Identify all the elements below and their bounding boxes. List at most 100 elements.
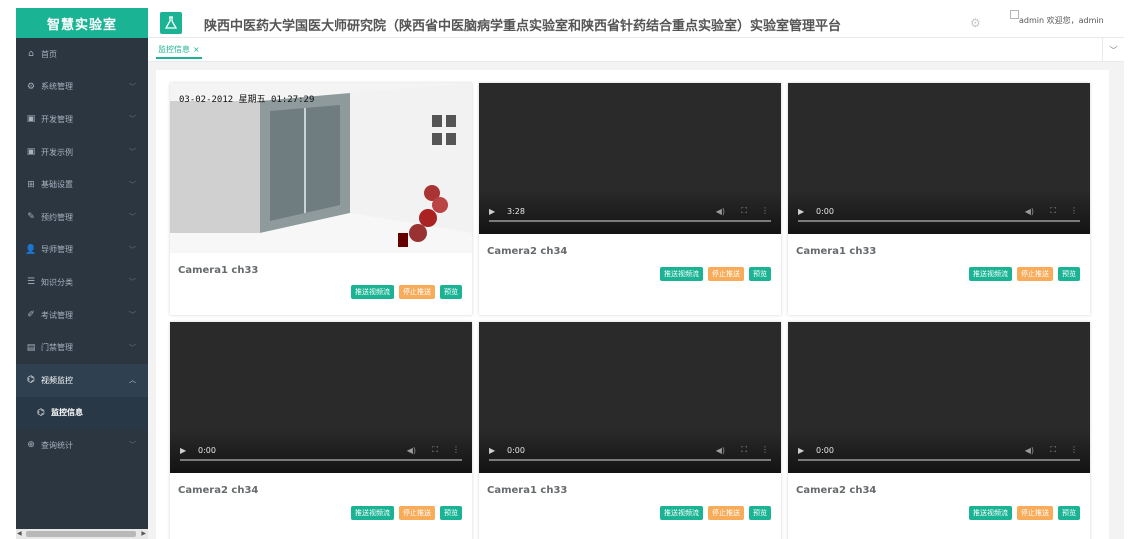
video-player[interactable]: 03-02-2012 星期五 01:27:29 <box>170 83 472 253</box>
sidebar-item-11[interactable]: ⌬ 监控信息 <box>16 397 148 430</box>
sidebar-item-10[interactable]: ⌬ 视频监控 ︿ <box>16 363 148 397</box>
scrollbar-thumb[interactable] <box>26 531 136 537</box>
stop-stream-button[interactable]: 停止推送 <box>708 506 744 520</box>
sidebar-item-9[interactable]: ▤ 门禁管理 ﹀ <box>16 331 148 364</box>
avatar-alt-text: admin <box>1019 16 1045 25</box>
video-player[interactable]: ▶ 0:00 ◀) ⛶ ⋮ <box>788 322 1090 473</box>
video-time: 0:00 <box>507 446 525 455</box>
volume-icon[interactable]: ◀) <box>1025 446 1034 455</box>
sidebar-item-0[interactable]: ⌂ 首页 <box>16 38 148 71</box>
fullscreen-icon[interactable]: ⛶ <box>432 445 438 455</box>
preview-button[interactable]: 预览 <box>1058 506 1080 520</box>
fullscreen-icon[interactable]: ⛶ <box>741 206 747 216</box>
more-options-icon[interactable]: ⋮ <box>1070 445 1078 454</box>
sidebar-item-label: 系统管理 <box>41 82 73 92</box>
fullscreen-icon[interactable]: ⛶ <box>741 445 747 455</box>
push-stream-button[interactable]: 推送视频流 <box>969 267 1012 281</box>
sidebar: 智慧实验室 ⌂ 首页 ⚙ 系统管理 ﹀ ▣ 开发管理 ﹀ ▣ 开发示例 ﹀ ⊞ 基础设置 ﹀ ✎ 预约管理 ﹀ 👤… <box>16 8 148 539</box>
video-player[interactable]: ▶ 0:00 ◀) ⛶ ⋮ <box>788 83 1090 234</box>
video-progress-bar[interactable] <box>798 459 1080 461</box>
more-options-icon[interactable]: ⋮ <box>761 206 769 215</box>
sidebar-item-4[interactable]: ⊞ 基础设置 ﹀ <box>16 168 148 201</box>
user-area[interactable]: admin 欢迎您，admin <box>1010 10 1104 26</box>
sidebar-scrollbar[interactable]: ◀ ▶ <box>16 529 148 539</box>
fullscreen-icon[interactable]: ⛶ <box>1050 445 1056 455</box>
camera-card: ▶ 3:28 ◀) ⛶ ⋮ Camera2 ch34 推送视频流 停止推送 预览 <box>479 83 781 315</box>
push-stream-button[interactable]: 推送视频流 <box>969 506 1012 520</box>
more-options-icon[interactable]: ⋮ <box>761 445 769 454</box>
tabs-dropdown-chevron-icon[interactable]: ﹀ <box>1102 38 1124 62</box>
video-controls: ▶ 0:00 ◀) ⛶ ⋮ <box>788 190 1090 234</box>
chevron-up-icon: ︿ <box>129 376 136 385</box>
push-stream-button[interactable]: 推送视频流 <box>351 506 394 520</box>
volume-icon[interactable]: ◀) <box>407 446 416 455</box>
play-icon[interactable]: ▶ <box>798 207 804 216</box>
sidebar-item-label: 监控信息 <box>51 408 83 418</box>
play-icon[interactable]: ▶ <box>180 446 186 455</box>
volume-icon[interactable]: ◀) <box>716 446 725 455</box>
chevron-down-icon: ﹀ <box>129 343 136 352</box>
camera-card: ▶ 0:00 ◀) ⛶ ⋮ Camera1 ch33 推送视频流 停止推送 预览 <box>479 322 781 539</box>
video-progress-bar[interactable] <box>489 459 771 461</box>
play-icon[interactable]: ▶ <box>798 446 804 455</box>
volume-icon[interactable]: ◀) <box>1025 207 1034 216</box>
video-time: 3:28 <box>507 207 525 216</box>
preview-button[interactable]: 预览 <box>440 285 462 299</box>
tab-monitor-info[interactable]: 监控信息 × <box>156 42 202 59</box>
tab-close-icon[interactable]: × <box>193 45 200 54</box>
settings-gear-icon[interactable]: ⚙ <box>970 16 981 30</box>
volume-icon[interactable]: ◀) <box>716 207 725 216</box>
video-time: 0:00 <box>198 446 216 455</box>
preview-button[interactable]: 预览 <box>1058 267 1080 281</box>
sidebar-item-7[interactable]: ☰ 知识分类 ﹀ <box>16 266 148 299</box>
push-stream-button[interactable]: 推送视频流 <box>660 267 703 281</box>
video-progress-bar[interactable] <box>180 459 462 461</box>
camera-card: ▶ 0:00 ◀) ⛶ ⋮ Camera2 ch34 推送视频流 停止推送 预览 <box>170 322 472 539</box>
sidebar-item-5[interactable]: ✎ 预约管理 ﹀ <box>16 201 148 234</box>
video-time: 0:00 <box>816 207 834 216</box>
preview-button[interactable]: 预览 <box>749 267 771 281</box>
video-controls: ▶ 3:28 ◀) ⛶ ⋮ <box>479 190 781 234</box>
stop-stream-button[interactable]: 停止推送 <box>708 267 744 281</box>
chevron-down-icon: ﹀ <box>129 180 136 189</box>
camera-title: Camera2 ch34 <box>178 485 259 496</box>
camera-card: 03-02-2012 星期五 01:27:29 Camera1 ch33 推送视频流… <box>170 83 472 315</box>
stop-stream-button[interactable]: 停止推送 <box>399 285 435 299</box>
more-options-icon[interactable]: ⋮ <box>1070 206 1078 215</box>
fullscreen-icon[interactable]: ⛶ <box>1050 206 1056 216</box>
search-icon: ⊕ <box>27 440 35 451</box>
sidebar-item-12[interactable]: ⊕ 查询统计 ﹀ <box>16 429 148 462</box>
sidebar-item-8[interactable]: ✐ 考试管理 ﹀ <box>16 299 148 332</box>
stop-stream-button[interactable]: 停止推送 <box>1017 267 1053 281</box>
play-icon[interactable]: ▶ <box>489 446 495 455</box>
sidebar-item-label: 预约管理 <box>41 212 73 222</box>
welcome-text: 欢迎您，admin <box>1046 16 1104 25</box>
chevron-down-icon: ﹀ <box>129 213 136 222</box>
stop-stream-button[interactable]: 停止推送 <box>1017 506 1053 520</box>
play-icon[interactable]: ▶ <box>489 207 495 216</box>
more-options-icon[interactable]: ⋮ <box>452 445 460 454</box>
video-progress-bar[interactable] <box>489 220 771 222</box>
sidebar-item-1[interactable]: ⚙ 系统管理 ﹀ <box>16 71 148 104</box>
video-player[interactable]: ▶ 0:00 ◀) ⛶ ⋮ <box>479 322 781 473</box>
sidebar-item-6[interactable]: 👤 导师管理 ﹀ <box>16 234 148 267</box>
sidebar-item-2[interactable]: ▣ 开发管理 ﹀ <box>16 103 148 136</box>
video-progress-bar[interactable] <box>798 220 1080 222</box>
sidebar-item-label: 开发管理 <box>41 114 73 124</box>
video-player[interactable]: ▶ 0:00 ◀) ⛶ ⋮ <box>170 322 472 473</box>
push-stream-button[interactable]: 推送视频流 <box>351 285 394 299</box>
stop-stream-button[interactable]: 停止推送 <box>399 506 435 520</box>
scroll-right-arrow-icon[interactable]: ▶ <box>141 529 146 539</box>
preview-button[interactable]: 预览 <box>440 506 462 520</box>
video-timestamp-overlay: 03-02-2012 星期五 01:27:29 <box>179 95 315 105</box>
sidebar-item-label: 基础设置 <box>41 180 73 190</box>
sidebar-item-label: 开发示例 <box>41 147 73 157</box>
brand-title[interactable]: 智慧实验室 <box>16 8 148 38</box>
sidebar-item-label: 导师管理 <box>41 245 73 255</box>
main-content: 03-02-2012 星期五 01:27:29 Camera1 ch33 推送视频流… <box>148 62 1124 539</box>
sidebar-item-3[interactable]: ▣ 开发示例 ﹀ <box>16 136 148 169</box>
preview-button[interactable]: 预览 <box>749 506 771 520</box>
scroll-left-arrow-icon[interactable]: ◀ <box>17 529 22 539</box>
push-stream-button[interactable]: 推送视频流 <box>660 506 703 520</box>
video-player[interactable]: ▶ 3:28 ◀) ⛶ ⋮ <box>479 83 781 234</box>
